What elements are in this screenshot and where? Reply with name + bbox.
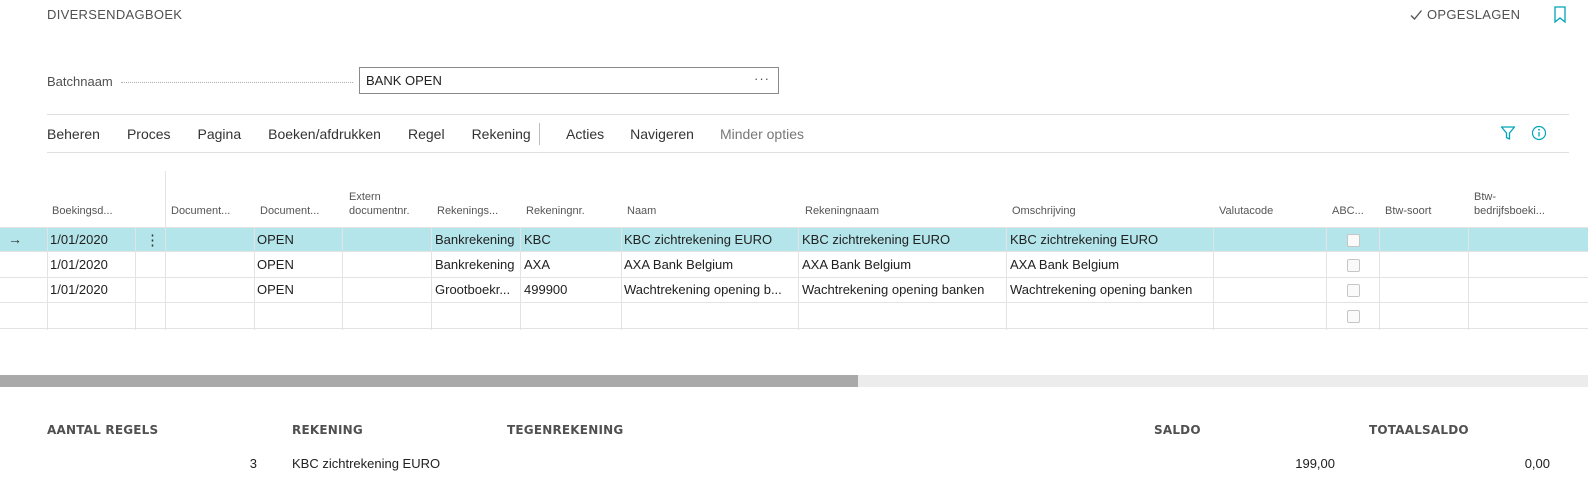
menu-navigeren[interactable]: Navigeren bbox=[630, 126, 694, 142]
col-header-btw-soort[interactable]: Btw-soort bbox=[1385, 204, 1431, 218]
cell-rekeningnaam[interactable]: AXA Bank Belgium bbox=[802, 257, 1004, 272]
column-divider bbox=[1468, 227, 1469, 330]
checkbox-abc[interactable] bbox=[1347, 284, 1360, 297]
col-header-extern-line1[interactable]: Extern bbox=[349, 190, 381, 204]
cell-rekeningsoort[interactable]: Bankrekening bbox=[435, 232, 519, 247]
bookmark-icon[interactable] bbox=[1554, 6, 1566, 27]
col-header-rekeningnaam[interactable]: Rekeningnaam bbox=[805, 204, 879, 218]
cell-rekeningnaam[interactable]: Wachtrekening opening banken bbox=[802, 282, 1004, 297]
batch-name-value: BANK OPEN bbox=[366, 73, 442, 88]
column-divider bbox=[135, 227, 136, 330]
menu-acties[interactable]: Acties bbox=[566, 126, 604, 142]
menu-minder-opties[interactable]: Minder opties bbox=[720, 126, 804, 142]
saved-label: OPGESLAGEN bbox=[1427, 7, 1521, 22]
column-divider bbox=[1379, 227, 1380, 330]
menu-proces[interactable]: Proces bbox=[127, 126, 171, 146]
cell-rekeningnr[interactable]: 499900 bbox=[524, 282, 567, 297]
col-header-extern-line2[interactable]: documentnr. bbox=[349, 204, 410, 218]
column-divider bbox=[621, 227, 622, 330]
col-header-btw-bedrijf-line2[interactable]: bedrijfsboeki... bbox=[1474, 204, 1545, 218]
checkbox-abc[interactable] bbox=[1347, 234, 1360, 247]
cell-documentnr[interactable]: OPEN bbox=[257, 257, 294, 272]
col-header-boekingsdatum[interactable]: Boekingsd... bbox=[52, 204, 113, 218]
column-divider bbox=[520, 227, 521, 330]
menu-separator bbox=[539, 123, 540, 145]
column-divider bbox=[1326, 227, 1327, 330]
footer-aantal-regels-value: 3 bbox=[249, 456, 257, 471]
menu-pagina[interactable]: Pagina bbox=[198, 126, 242, 146]
col-header-omschrijving[interactable]: Omschrijving bbox=[1012, 204, 1076, 218]
menu-boeken-afdrukken[interactable]: Boeken/afdrukken bbox=[268, 126, 381, 146]
cell-documentnr[interactable]: OPEN bbox=[257, 282, 294, 297]
column-divider bbox=[342, 227, 343, 330]
column-divider bbox=[165, 171, 166, 227]
menu-beheren[interactable]: Beheren bbox=[47, 126, 100, 146]
col-header-naam[interactable]: Naam bbox=[627, 204, 656, 218]
saved-status: OPGESLAGEN bbox=[1409, 7, 1520, 22]
table-row[interactable]: 1/01/2020 OPEN Grootboekr... 499900 Wach… bbox=[0, 278, 1588, 303]
page-title: DIVERSENDAGBOEK bbox=[47, 7, 183, 22]
table-row[interactable]: 1/01/2020 OPEN Bankrekening AXA AXA Bank… bbox=[0, 253, 1588, 278]
cell-boekingsdatum[interactable]: 1/01/2020 bbox=[50, 232, 108, 247]
footer-rekening-label: REKENING bbox=[292, 423, 363, 437]
divider bbox=[47, 152, 1569, 153]
table-row-empty[interactable] bbox=[0, 304, 1588, 329]
cell-rekeningsoort[interactable]: Grootboekr... bbox=[435, 282, 519, 297]
footer-rekening-value: KBC zichtrekening EURO bbox=[292, 456, 441, 471]
journal-grid: Boekingsd... Document... Document... Ext… bbox=[0, 171, 1588, 331]
checkbox-abc[interactable] bbox=[1347, 259, 1360, 272]
checkmark-icon bbox=[1410, 9, 1423, 20]
current-row-arrow-icon: → bbox=[8, 231, 22, 247]
row-actions-icon[interactable]: ⋮ bbox=[145, 231, 160, 249]
checkbox-abc[interactable] bbox=[1347, 310, 1360, 323]
cell-omschrijving[interactable]: AXA Bank Belgium bbox=[1010, 257, 1212, 272]
footer-totaalsaldo-value: 0,00 bbox=[1524, 456, 1550, 471]
cell-rekeningnr[interactable]: KBC bbox=[524, 232, 551, 247]
cell-boekingsdatum[interactable]: 1/01/2020 bbox=[50, 282, 108, 297]
column-divider bbox=[1213, 227, 1214, 330]
divider bbox=[47, 114, 1569, 115]
table-row[interactable]: → 1/01/2020 ⋮ OPEN Bankrekening KBC KBC … bbox=[0, 227, 1588, 252]
menu-regel[interactable]: Regel bbox=[408, 126, 445, 146]
cell-omschrijving[interactable]: Wachtrekening opening banken bbox=[1010, 282, 1212, 297]
footer-aantal-regels-label: AANTAL REGELS bbox=[47, 423, 159, 437]
footer-saldo-value: 199,00 bbox=[1295, 456, 1335, 471]
col-header-valutacode[interactable]: Valutacode bbox=[1219, 204, 1273, 218]
action-menu-secondary: Acties Navigeren Minder opties bbox=[566, 126, 830, 142]
column-divider bbox=[165, 227, 166, 330]
batch-lookup-button[interactable]: ··· bbox=[754, 71, 770, 86]
cell-boekingsdatum[interactable]: 1/01/2020 bbox=[50, 257, 108, 272]
footer-totaalsaldo-label: TOTAALSALDO bbox=[1369, 423, 1469, 437]
col-header-rekeningnr[interactable]: Rekeningnr. bbox=[526, 204, 585, 218]
horizontal-scrollbar-thumb[interactable] bbox=[0, 375, 858, 387]
cell-naam[interactable]: KBC zichtrekening EURO bbox=[624, 232, 796, 247]
column-divider bbox=[47, 227, 48, 330]
footer-saldo-label: SALDO bbox=[1154, 423, 1201, 437]
cell-rekeningsoort[interactable]: Bankrekening bbox=[435, 257, 519, 272]
col-header-abc[interactable]: ABC... bbox=[1332, 204, 1364, 218]
column-divider bbox=[254, 227, 255, 330]
col-header-documentsoort[interactable]: Document... bbox=[171, 204, 230, 218]
col-header-btw-bedrijf-line1[interactable]: Btw- bbox=[1474, 190, 1496, 204]
col-header-rekeningsoort[interactable]: Rekenings... bbox=[437, 204, 498, 218]
filter-icon[interactable] bbox=[1500, 125, 1516, 145]
cell-naam[interactable]: AXA Bank Belgium bbox=[624, 257, 796, 272]
batch-name-field[interactable]: BANK OPEN ··· bbox=[359, 67, 779, 94]
cell-documentnr[interactable]: OPEN bbox=[257, 232, 294, 247]
cell-rekeningnr[interactable]: AXA bbox=[524, 257, 550, 272]
batch-label: Batchnaam bbox=[47, 74, 113, 89]
footer-tegenrekening-label: TEGENREKENING bbox=[507, 423, 624, 437]
cell-rekeningnaam[interactable]: KBC zichtrekening EURO bbox=[802, 232, 1004, 247]
field-leader-dots bbox=[121, 82, 353, 83]
column-divider bbox=[1006, 227, 1007, 330]
col-header-documentnr[interactable]: Document... bbox=[260, 204, 319, 218]
action-menu: Beheren Proces Pagina Boeken/afdrukken R… bbox=[47, 126, 558, 146]
column-divider bbox=[798, 227, 799, 330]
cell-naam[interactable]: Wachtrekening opening b... bbox=[624, 282, 796, 297]
info-icon[interactable] bbox=[1531, 125, 1547, 145]
menu-rekening[interactable]: Rekening bbox=[472, 126, 531, 146]
cell-omschrijving[interactable]: KBC zichtrekening EURO bbox=[1010, 232, 1212, 247]
column-divider bbox=[431, 227, 432, 330]
